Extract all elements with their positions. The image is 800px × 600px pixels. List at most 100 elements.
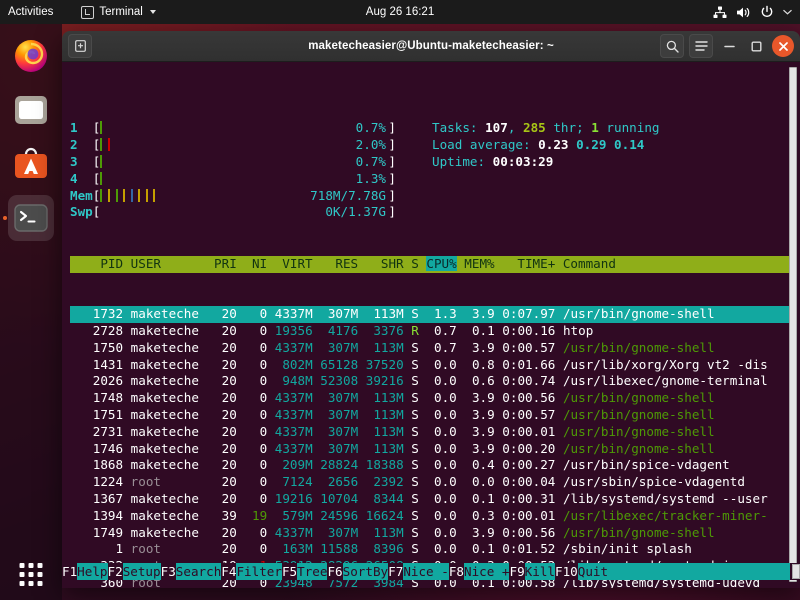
fn-key-f4[interactable]: F4: [221, 563, 236, 580]
process-row[interactable]: 2026 maketeche 20 0 948M 52308 39216 S 0…: [70, 373, 800, 390]
show-applications-button[interactable]: [20, 563, 43, 586]
fn-label-help[interactable]: Help: [77, 563, 107, 580]
cpu-meter-1-value: 0.7%: [356, 120, 386, 137]
window-title-bar[interactable]: maketecheasier@Ubuntu-maketecheasier: ~: [62, 31, 800, 62]
htop-meters-right: Tasks: 107, 285 thr; 1 runningLoad avera…: [418, 120, 660, 221]
mem-meter-gauge: [100, 189, 290, 202]
meter-bar: [100, 155, 102, 168]
network-icon[interactable]: [713, 6, 727, 19]
maximize-button[interactable]: [745, 35, 767, 57]
system-tray[interactable]: [713, 5, 792, 19]
process-row[interactable]: 1224 root 20 0 7124 2656 2392 S 0.0 0.0 …: [70, 474, 800, 491]
cpu-meter-4-value: 1.3%: [356, 171, 386, 188]
close-button[interactable]: [772, 35, 794, 57]
search-icon: [666, 40, 679, 53]
fn-label-search[interactable]: Search: [176, 563, 222, 580]
clock[interactable]: Aug 26 16:21: [366, 6, 434, 18]
fn-key-f8[interactable]: F8: [449, 563, 464, 580]
process-row[interactable]: 1868 maketeche 20 0 209M 28824 18388 S 0…: [70, 457, 800, 474]
app-menu-label: Terminal: [99, 6, 142, 18]
dock-item-firefox[interactable]: [8, 33, 54, 79]
fn-label-filter[interactable]: Filter: [236, 563, 282, 580]
fn-label-tree[interactable]: Tree: [297, 563, 327, 580]
tasks-line: Tasks: 107, 285 thr; 1 running: [432, 120, 660, 137]
grid-dot: [38, 581, 43, 586]
fn-key-f7[interactable]: F7: [388, 563, 403, 580]
htop-meters-left: 1 [0.7%]2 [2.0%]3 [0.7%]4 [1.3%]Mem[718M…: [70, 120, 418, 221]
fn-key-f5[interactable]: F5: [282, 563, 297, 580]
process-row[interactable]: 1431 maketeche 20 0 802M 65128 37520 S 0…: [70, 357, 800, 374]
fn-key-f3[interactable]: F3: [161, 563, 176, 580]
dock-item-terminal[interactable]: [8, 195, 54, 241]
meter-bracket: [: [93, 154, 101, 169]
fn-label-quit[interactable]: Quit: [578, 563, 608, 580]
meter-bar: [146, 189, 148, 202]
meter-bar: [138, 189, 140, 202]
dock-item-files[interactable]: [8, 87, 54, 133]
fn-key-f10[interactable]: F10: [555, 563, 578, 580]
fn-label-sortby[interactable]: SortBy: [343, 563, 389, 580]
cpu-meter-3-value: 0.7%: [356, 154, 386, 171]
minimize-icon: [724, 45, 735, 48]
process-list[interactable]: 1732 maketeche 20 0 4337M 307M 113M S 1.…: [70, 306, 800, 588]
cpu-meter-2-value: 2.0%: [356, 137, 386, 154]
process-row[interactable]: 1751 maketeche 20 0 4337M 307M 113M S 0.…: [70, 407, 800, 424]
process-row[interactable]: 2728 maketeche 20 0 19356 4176 3376 R 0.…: [70, 323, 800, 340]
process-row[interactable]: 1 root 20 0 163M 11588 8396 S 0.0 0.1 0:…: [70, 541, 800, 558]
minimize-button[interactable]: [718, 35, 740, 57]
process-row[interactable]: 1750 maketeche 20 0 4337M 307M 113M S 0.…: [70, 340, 800, 357]
htop-function-key-bar[interactable]: F1Help F2Setup F3SearchF4FilterF5Tree F6…: [62, 563, 800, 580]
meter-bracket: ]: [388, 154, 396, 171]
swap-meter: Swp[0K/1.37G]: [70, 204, 410, 221]
dock-item-software[interactable]: [8, 141, 54, 187]
process-row[interactable]: 1749 maketeche 20 0 4337M 307M 113M S 0.…: [70, 525, 800, 542]
process-row[interactable]: 2731 maketeche 20 0 4337M 307M 113M S 0.…: [70, 424, 800, 441]
new-tab-button[interactable]: [68, 34, 92, 58]
process-row[interactable]: 1746 maketeche 20 0 4337M 307M 113M S 0.…: [70, 441, 800, 458]
sort-column-header[interactable]: CPU%: [426, 256, 456, 271]
process-row[interactable]: 1394 maketeche 39 19 579M 24596 16624 S …: [70, 508, 800, 525]
cpu-meter-1: 1 [0.7%]: [70, 120, 410, 137]
meter-bar: [153, 189, 155, 202]
tray-chevron-down-icon[interactable]: [783, 9, 792, 15]
power-icon[interactable]: [760, 5, 774, 19]
meter-bar: [116, 189, 118, 202]
mem-meter: Mem[718M/7.78G]: [70, 188, 410, 205]
cpu-meter-3-label: 3: [70, 154, 93, 169]
process-row[interactable]: 1367 maketeche 20 0 19216 10704 8344 S 0…: [70, 491, 800, 508]
process-row[interactable]: 1732 maketeche 20 0 4337M 307M 113M S 1.…: [70, 306, 792, 323]
cpu-meter-3: 3 [0.7%]: [70, 154, 410, 171]
fn-key-f1[interactable]: F1: [62, 563, 77, 580]
volume-icon[interactable]: [736, 6, 751, 19]
meter-bracket: ]: [388, 120, 396, 137]
fn-key-f9[interactable]: F9: [509, 563, 524, 580]
fn-label-setup[interactable]: Setup: [123, 563, 161, 580]
meter-bar: [123, 189, 125, 202]
meter-bar: [100, 189, 102, 202]
fn-label-nice[interactable]: Nice +: [464, 563, 510, 580]
fn-key-f6[interactable]: F6: [327, 563, 342, 580]
terminal-scrollbar[interactable]: [789, 67, 797, 582]
meter-bar: [100, 138, 102, 151]
process-row[interactable]: 1748 maketeche 20 0 4337M 307M 113M S 0.…: [70, 390, 800, 407]
fn-key-f2[interactable]: F2: [108, 563, 123, 580]
mem-meter-value: 718M/7.78G: [310, 188, 386, 205]
meter-bracket: ]: [388, 171, 396, 188]
search-button[interactable]: [660, 34, 684, 58]
fn-label-nice[interactable]: Nice -: [403, 563, 449, 580]
new-tab-icon: [75, 40, 86, 52]
window-title: maketecheasier@Ubuntu-maketecheasier: ~: [308, 40, 554, 52]
meter-bar: [108, 189, 110, 202]
process-table-header[interactable]: PID USER PRI NI VIRT RES SHR S CPU% MEM%…: [70, 256, 792, 273]
activities-button[interactable]: Activities: [0, 6, 63, 18]
grid-dot: [29, 572, 34, 577]
files-icon: [13, 92, 49, 128]
fn-label-kill[interactable]: Kill: [525, 563, 555, 580]
menu-button[interactable]: [689, 34, 713, 58]
htop-terminal-content[interactable]: 1 [0.7%]2 [2.0%]3 [0.7%]4 [1.3%]Mem[718M…: [62, 62, 800, 588]
app-menu-button[interactable]: Terminal: [81, 6, 155, 19]
swap-meter-label: Swp: [70, 204, 93, 219]
terminal-icon: [81, 6, 94, 19]
maximize-icon: [751, 41, 762, 52]
swap-meter-gauge: [100, 205, 290, 218]
